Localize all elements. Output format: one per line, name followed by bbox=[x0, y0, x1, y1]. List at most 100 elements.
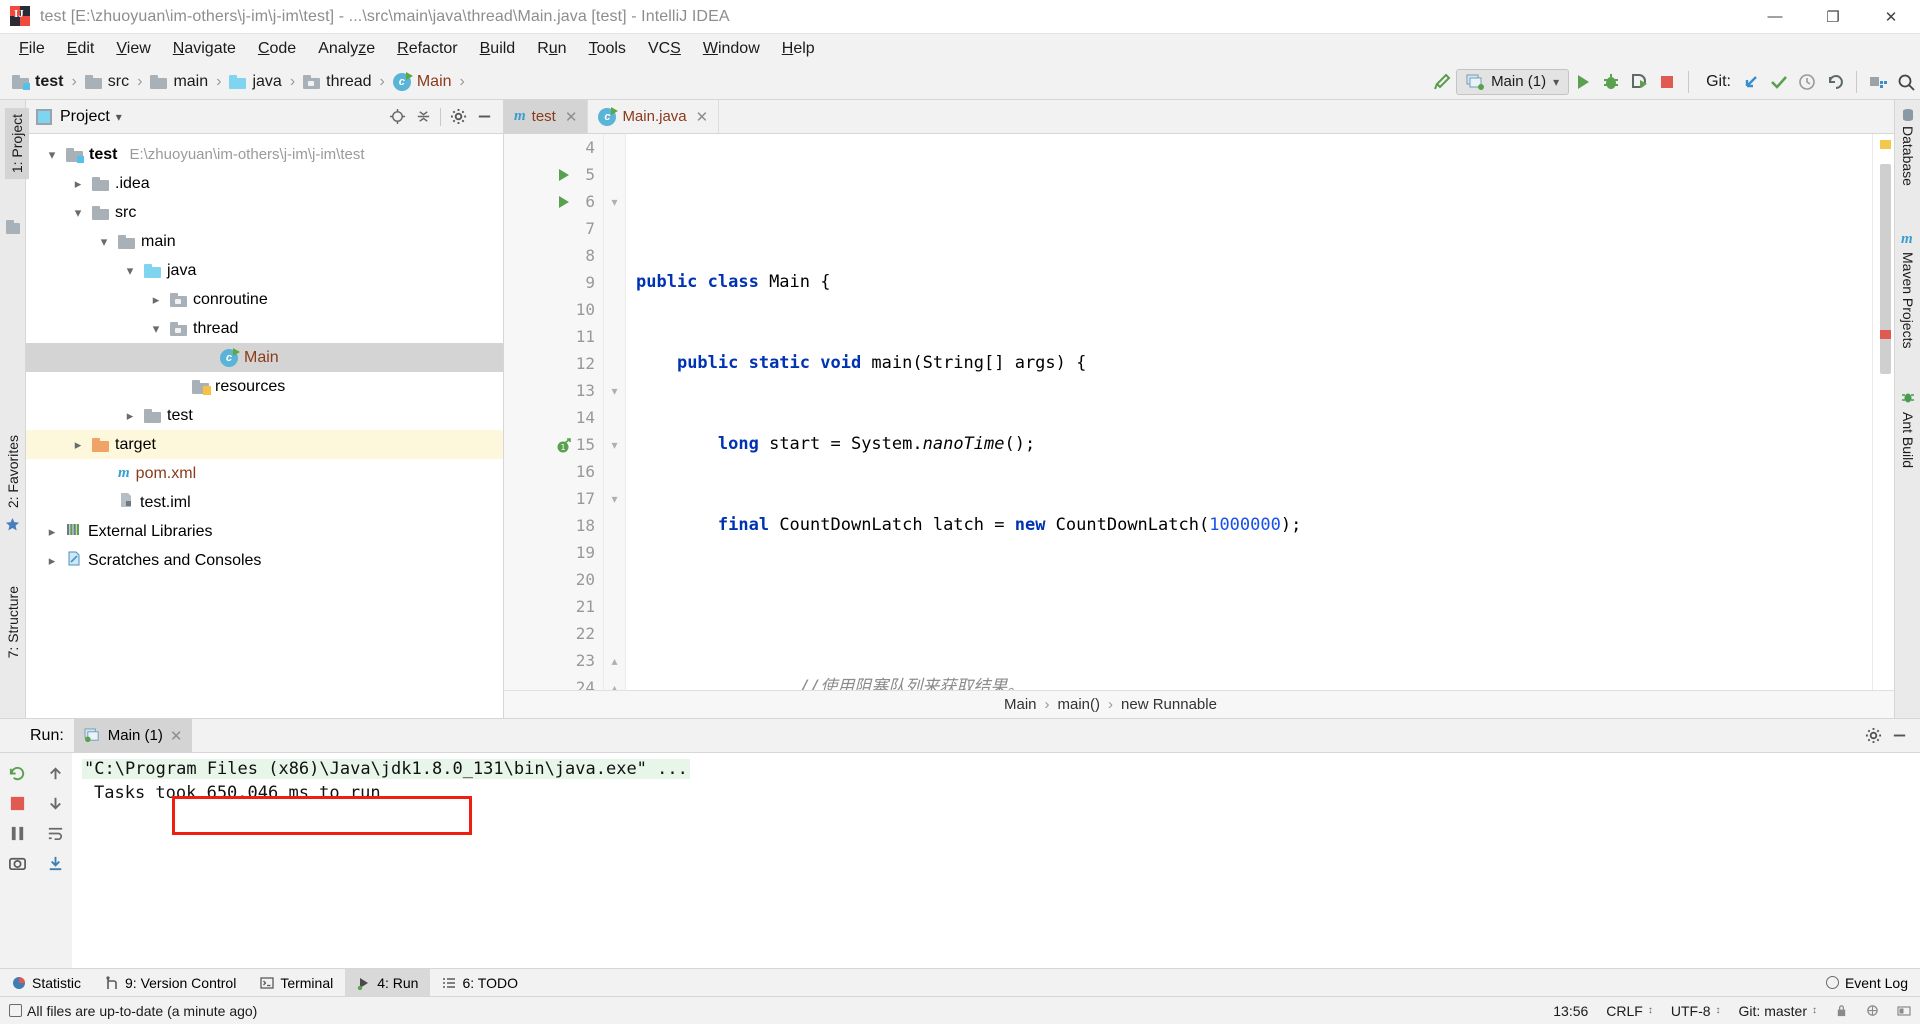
source-code[interactable]: public class Main { public static void m… bbox=[626, 134, 1872, 690]
update-project-icon[interactable] bbox=[1737, 68, 1765, 96]
fold-marker[interactable]: ▾ bbox=[608, 188, 621, 215]
maximize-button[interactable]: ❐ bbox=[1804, 0, 1862, 34]
tree-item-external-libraries[interactable]: ▸ External Libraries bbox=[26, 517, 503, 546]
tree-item-thread[interactable]: ▾ thread bbox=[26, 314, 503, 343]
tree-item-conroutine[interactable]: ▸ conroutine bbox=[26, 285, 503, 314]
status-encoding[interactable]: UTF-8 ↕ bbox=[1662, 1003, 1730, 1019]
editor-fold-column[interactable]: ▾ ▾ ▾ ▾ ▴ ▴ bbox=[604, 134, 626, 690]
menu-help[interactable]: Help bbox=[771, 37, 826, 61]
chevron-right-icon[interactable]: ▸ bbox=[70, 437, 86, 453]
status-line-separator[interactable]: CRLF ↕ bbox=[1597, 1003, 1662, 1019]
menu-code[interactable]: Code bbox=[247, 37, 307, 61]
chevron-right-icon[interactable]: ▸ bbox=[44, 553, 60, 569]
chevron-right-icon[interactable]: ▸ bbox=[70, 176, 86, 192]
editor-marker-bar[interactable] bbox=[1872, 134, 1894, 690]
commit-icon[interactable] bbox=[1765, 68, 1793, 96]
tree-item-pom-xml[interactable]: m pom.xml bbox=[26, 459, 503, 488]
close-icon[interactable]: ✕ bbox=[565, 108, 578, 126]
menu-edit[interactable]: Edit bbox=[56, 37, 106, 61]
tree-item-target[interactable]: ▸ target bbox=[26, 430, 503, 459]
tree-item-test-root[interactable]: ▾ test E:\zhuoyuan\im-others\j-im\j-im\t… bbox=[26, 140, 503, 169]
memory-indicator[interactable] bbox=[1888, 1005, 1920, 1017]
search-icon[interactable] bbox=[1892, 68, 1920, 96]
run-class-gutter-icon[interactable] bbox=[556, 161, 572, 188]
breadcrumb-item-main-class[interactable]: c Main bbox=[391, 71, 454, 93]
tree-item-main-class[interactable]: c Main bbox=[26, 343, 503, 372]
tree-item-test-iml[interactable]: test.iml bbox=[26, 488, 503, 517]
breadcrumb-item-src[interactable]: src bbox=[83, 71, 131, 93]
gear-icon[interactable] bbox=[1860, 723, 1886, 749]
chevron-right-icon[interactable]: ▸ bbox=[148, 292, 164, 308]
editor-gutter[interactable]: 4 5 6 7 8 9 10 11 12 13 14 15 16 17 18 1… bbox=[504, 134, 604, 690]
pause-icon[interactable] bbox=[3, 819, 31, 847]
stop-icon[interactable] bbox=[3, 789, 31, 817]
rollback-icon[interactable] bbox=[1821, 68, 1849, 96]
editor-tab-test[interactable]: m test ✕ bbox=[504, 100, 589, 133]
menu-tools[interactable]: Tools bbox=[578, 37, 637, 61]
run-configuration-selector[interactable]: Main (1) ▾ bbox=[1456, 68, 1570, 95]
gear-icon[interactable] bbox=[445, 104, 471, 130]
breadcrumb-anonymous-class[interactable]: new Runnable bbox=[1121, 696, 1217, 713]
breadcrumb-item-test[interactable]: test bbox=[10, 71, 65, 93]
menu-analyze[interactable]: Analyze bbox=[307, 37, 386, 61]
chevron-down-icon[interactable]: ▾ bbox=[44, 147, 60, 163]
run-tab-main[interactable]: Main (1) ✕ bbox=[73, 718, 193, 753]
wrap-icon[interactable] bbox=[41, 819, 69, 847]
run-console-output[interactable]: "C:\Program Files (x86)\Java\jdk1.8.0_13… bbox=[72, 753, 1920, 968]
bottom-tool-run[interactable]: 4: Run bbox=[345, 968, 431, 997]
close-button[interactable]: ✕ bbox=[1862, 0, 1920, 34]
menu-file[interactable]: File bbox=[8, 37, 56, 61]
bottom-tool-terminal[interactable]: Terminal bbox=[248, 969, 345, 997]
menu-vcs[interactable]: VCS bbox=[637, 37, 692, 61]
hide-icon[interactable] bbox=[471, 104, 497, 130]
chevron-down-icon[interactable]: ▾ bbox=[122, 263, 138, 279]
fold-marker[interactable]: ▾ bbox=[608, 431, 621, 458]
locate-icon[interactable] bbox=[384, 104, 410, 130]
chevron-down-icon[interactable]: ▾ bbox=[96, 234, 112, 250]
warning-marker[interactable] bbox=[1880, 140, 1891, 149]
close-icon[interactable]: ✕ bbox=[696, 108, 709, 126]
fold-marker[interactable]: ▴ bbox=[608, 647, 621, 674]
sidebar-item-ant-build[interactable]: Ant Build bbox=[1900, 412, 1916, 468]
close-icon[interactable]: ✕ bbox=[170, 727, 183, 745]
breadcrumb-item-java[interactable]: java bbox=[227, 71, 283, 93]
sidebar-item-structure[interactable]: 7: Structure bbox=[5, 586, 21, 658]
chevron-down-icon[interactable]: ▾ bbox=[116, 110, 122, 124]
history-icon[interactable] bbox=[1793, 68, 1821, 96]
lock-icon[interactable] bbox=[1826, 1004, 1857, 1018]
code-editor[interactable]: 4 5 6 7 8 9 10 11 12 13 14 15 16 17 18 1… bbox=[504, 134, 1894, 690]
sidebar-item-database[interactable]: Database bbox=[1900, 126, 1916, 186]
fold-marker[interactable]: ▾ bbox=[608, 377, 621, 404]
bottom-tool-version-control[interactable]: 9: Version Control bbox=[93, 969, 248, 997]
breadcrumb-item-main[interactable]: main bbox=[148, 71, 210, 93]
sidebar-item-maven[interactable]: Maven Projects bbox=[1900, 252, 1916, 348]
minimize-button[interactable]: — bbox=[1746, 0, 1804, 34]
bottom-tool-statistic[interactable]: Statistic bbox=[0, 969, 93, 997]
fold-marker[interactable]: ▾ bbox=[608, 485, 621, 512]
implementation-gutter-icon[interactable]: 1 bbox=[556, 431, 572, 458]
sidebar-item-favorites[interactable]: 2: Favorites bbox=[5, 435, 21, 508]
stop-button[interactable] bbox=[1653, 68, 1681, 96]
menu-view[interactable]: View bbox=[105, 37, 161, 61]
tree-item-resources[interactable]: resources bbox=[26, 372, 503, 401]
breadcrumb-method[interactable]: main() bbox=[1058, 696, 1101, 713]
scroll-end-icon[interactable] bbox=[41, 849, 69, 877]
menu-navigate[interactable]: Navigate bbox=[162, 37, 247, 61]
build-hammer-icon[interactable] bbox=[1428, 68, 1456, 96]
chevron-right-icon[interactable]: ▸ bbox=[44, 524, 60, 540]
editor-tab-main-java[interactable]: c Main.java ✕ bbox=[588, 100, 720, 133]
tree-item-main[interactable]: ▾ main bbox=[26, 227, 503, 256]
sidebar-item-project[interactable]: 1: Project bbox=[5, 108, 29, 180]
breadcrumb-class[interactable]: Main bbox=[1004, 696, 1037, 713]
menu-window[interactable]: Window bbox=[692, 37, 771, 61]
collapse-all-icon[interactable] bbox=[410, 104, 436, 130]
menu-refactor[interactable]: Refactor bbox=[386, 37, 468, 61]
error-marker[interactable] bbox=[1880, 330, 1891, 339]
debug-button[interactable] bbox=[1597, 68, 1625, 96]
fold-marker[interactable]: ▴ bbox=[608, 674, 621, 691]
tree-item-test-folder[interactable]: ▸ test bbox=[26, 401, 503, 430]
tree-item-scratches[interactable]: ▸ Scratches and Consoles bbox=[26, 546, 503, 575]
tree-item-java[interactable]: ▾ java bbox=[26, 256, 503, 285]
run-with-coverage-button[interactable] bbox=[1625, 68, 1653, 96]
chevron-down-icon[interactable]: ▾ bbox=[148, 321, 164, 337]
